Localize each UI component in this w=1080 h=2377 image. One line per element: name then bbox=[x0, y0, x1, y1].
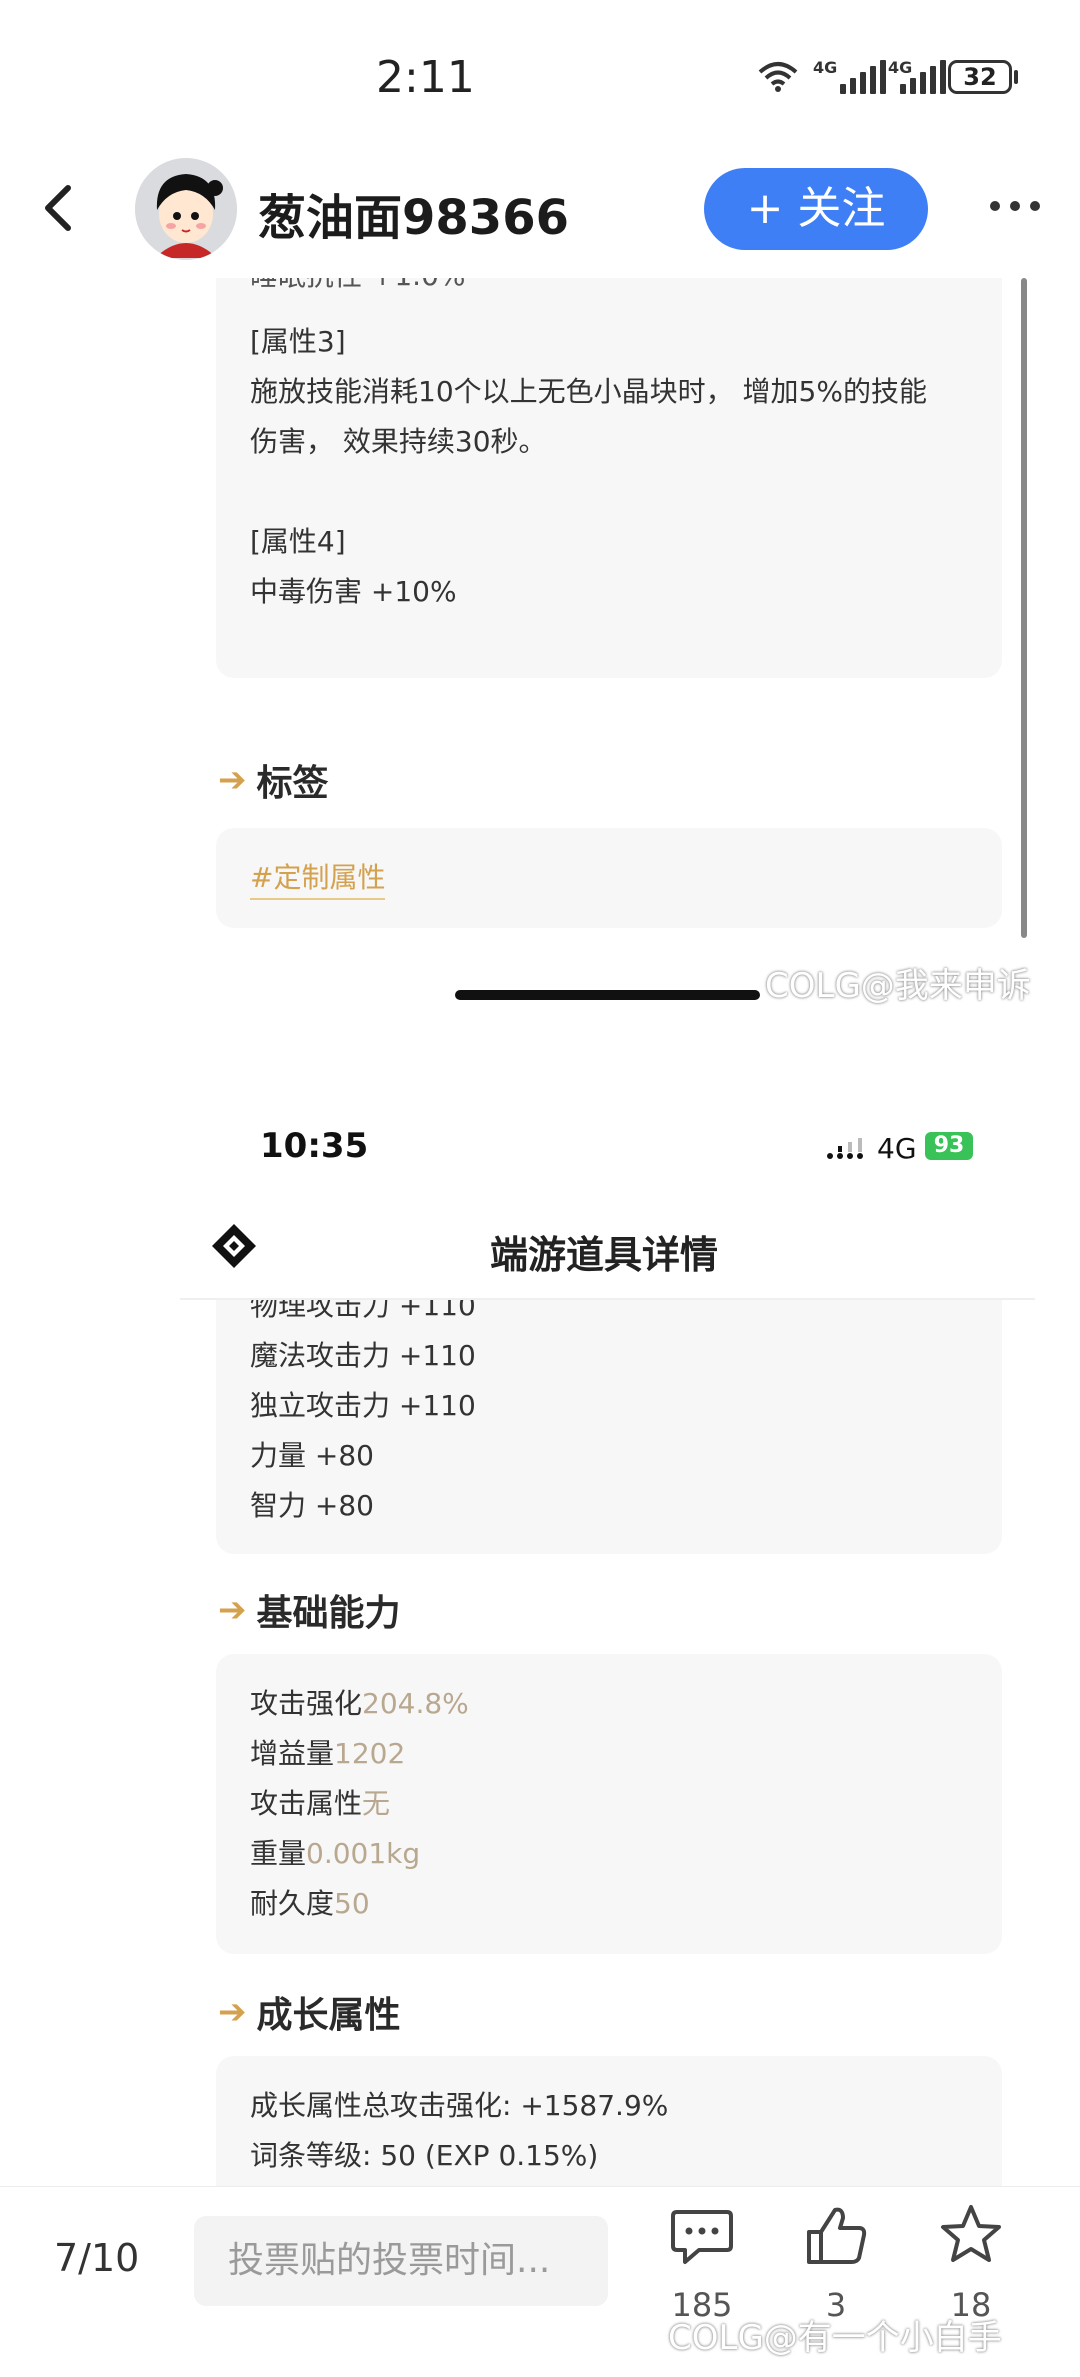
tag-link: #定制属性 bbox=[250, 856, 386, 900]
basic-row: 增益量1202 bbox=[250, 1737, 406, 1770]
basic-row: 攻击属性无 bbox=[250, 1787, 391, 1820]
growth-title-text: 成长属性 bbox=[256, 1995, 401, 2036]
comment-icon[interactable] bbox=[669, 2206, 735, 2268]
arrow-icon: ➔ bbox=[218, 1590, 247, 1630]
basic-row: 耐久度50 bbox=[250, 1887, 370, 1920]
signal-1-label: 4G bbox=[813, 58, 838, 77]
basic-row: 攻击强化204.8% bbox=[250, 1687, 469, 1720]
tags-section-title: ➔ 标签 bbox=[218, 754, 329, 806]
status-time: 2:11 bbox=[376, 52, 475, 103]
stats-card: 物理攻击力 +110 魔法攻击力 +110 独立攻击力 +110 力量 +80 … bbox=[216, 1300, 1002, 1554]
item-detail-title: 端游道具详情 bbox=[490, 1233, 719, 1277]
battery-icon-2: 93 bbox=[925, 1132, 973, 1160]
basic-card: 攻击强化204.8% 增益量1202 攻击属性无 重量0.001kg 耐久度50 bbox=[216, 1654, 1002, 1954]
attr3-line1: 施放技能消耗10个以上无色小晶块时， 增加5%的技能 bbox=[250, 375, 927, 408]
signal-1-icon bbox=[840, 60, 886, 94]
growth-card: 成长属性总攻击强化: +1587.9% 词条等级: 50 (EXP 0.15%) bbox=[216, 2056, 1002, 2188]
attr3-line2: 伤害， 效果持续30秒。 bbox=[250, 425, 547, 458]
growth-section-title: ➔ 成长属性 bbox=[218, 1986, 401, 2038]
arrow-icon: ➔ bbox=[218, 1992, 247, 2032]
watermark-2: COLG@有一个小白手 bbox=[668, 2318, 1002, 2358]
battery-icon: 32 bbox=[948, 60, 1012, 94]
basic-title-text: 基础能力 bbox=[256, 1593, 401, 1634]
stat-line: 物理攻击力 +110 bbox=[250, 1300, 476, 1322]
stat-line: 智力 +80 bbox=[250, 1489, 374, 1522]
more-options-icon[interactable] bbox=[990, 194, 1050, 218]
stat-line: 独立攻击力 +110 bbox=[250, 1389, 476, 1422]
app-logo-icon bbox=[210, 1222, 256, 1268]
attributes-card: 睡眠抗性 +1.0% [属性3] 施放技能消耗10个以上无色小晶块时， 增加5%… bbox=[216, 278, 1002, 678]
back-icon[interactable] bbox=[38, 180, 78, 236]
network-label-2: 4G bbox=[877, 1132, 917, 1165]
attr4-title: [属性4] bbox=[250, 525, 346, 558]
stat-line: 力量 +80 bbox=[250, 1439, 374, 1472]
stat-line: 魔法攻击力 +110 bbox=[250, 1339, 476, 1372]
avatar[interactable] bbox=[135, 158, 237, 260]
home-indicator bbox=[455, 990, 760, 1000]
growth-line: 成长属性总攻击强化: +1587.9% bbox=[250, 2089, 669, 2122]
clipped-attribute-line: 睡眠抗性 +1.0% bbox=[250, 278, 466, 294]
post-image-1: 睡眠抗性 +1.0% [属性3] 施放技能消耗10个以上无色小晶块时， 增加5%… bbox=[210, 278, 1010, 938]
signal-2-icon bbox=[900, 60, 946, 94]
battery-tip bbox=[1014, 70, 1018, 84]
favorite-star-icon[interactable] bbox=[938, 2202, 1004, 2268]
arrow-icon: ➔ bbox=[218, 760, 247, 800]
scrollbar bbox=[1021, 278, 1027, 938]
page-indicator: 7/10 bbox=[54, 2236, 140, 2280]
wifi-icon bbox=[756, 58, 800, 94]
post-image-2: 物理攻击力 +110 魔法攻击力 +110 独立攻击力 +110 力量 +80 … bbox=[210, 1300, 1010, 2188]
like-icon[interactable] bbox=[805, 2204, 869, 2268]
author-name[interactable]: 葱油面98366 bbox=[258, 178, 569, 248]
status-time-2: 10:35 bbox=[260, 1126, 369, 1166]
attr4-line1: 中毒伤害 +10% bbox=[250, 575, 457, 608]
tags-title-text: 标签 bbox=[256, 763, 329, 804]
growth-line: 词条等级: 50 (EXP 0.15%) bbox=[250, 2139, 599, 2172]
watermark-1: COLG@我来申诉 bbox=[765, 966, 1031, 1006]
attr3-title: [属性3] bbox=[250, 325, 346, 358]
basic-section-title: ➔ 基础能力 bbox=[218, 1584, 401, 1636]
basic-row: 重量0.001kg bbox=[250, 1837, 421, 1870]
comment-input[interactable]: 投票贴的投票时间... bbox=[194, 2216, 608, 2306]
tags-card: #定制属性 bbox=[216, 828, 1002, 928]
follow-button[interactable]: + 关注 bbox=[704, 168, 928, 250]
signal-dots-icon bbox=[826, 1136, 872, 1160]
